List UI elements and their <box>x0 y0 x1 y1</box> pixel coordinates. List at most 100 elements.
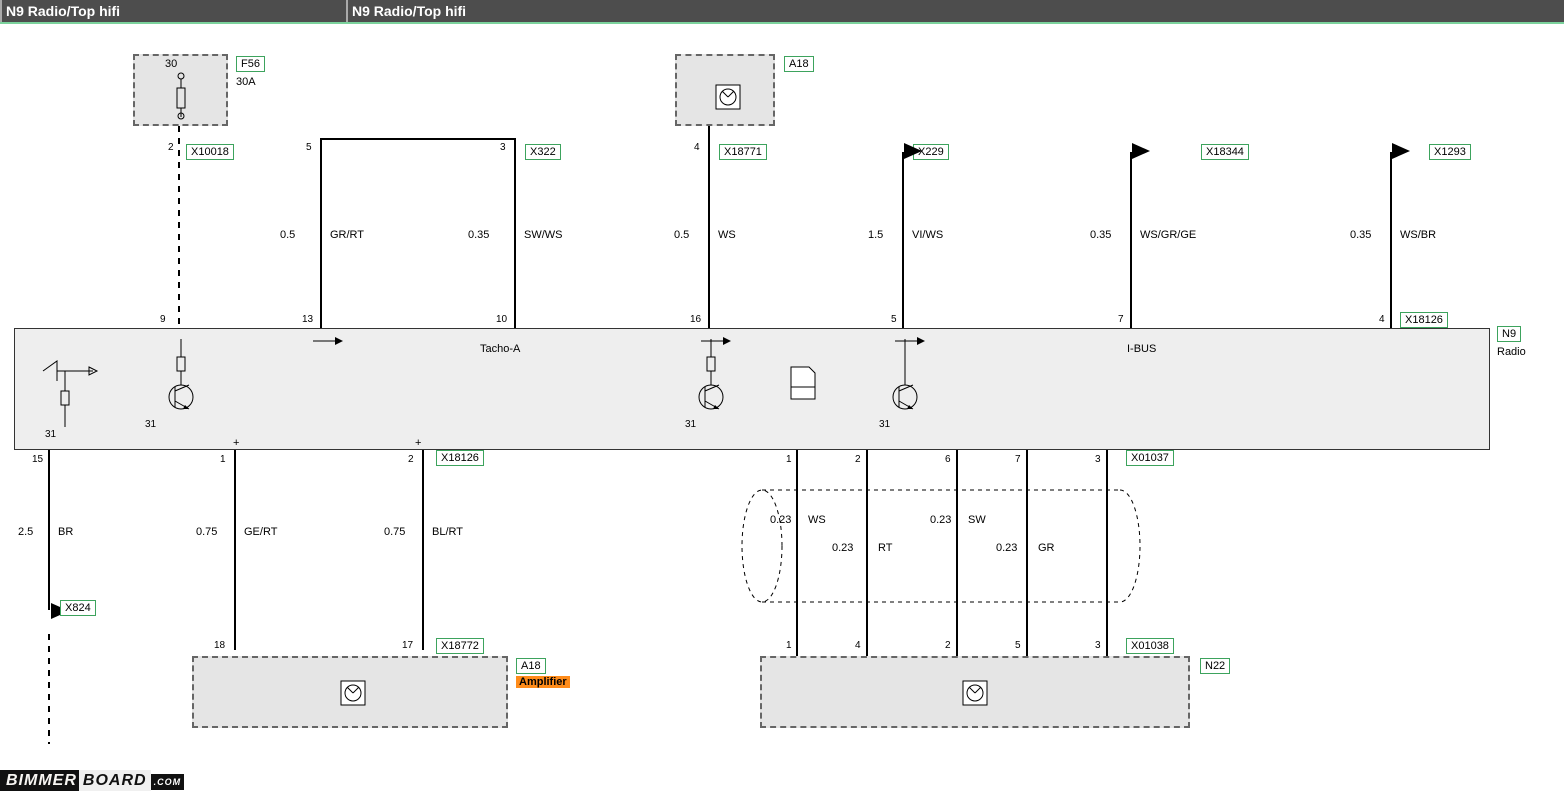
watermark: BIMMERBOARD.COM <box>0 772 184 790</box>
pin-10: 10 <box>496 314 507 325</box>
pin-4b: 4 <box>1379 314 1385 325</box>
fuse-terminal: 30 <box>165 58 177 70</box>
pin-5b: 5 <box>891 314 897 325</box>
antenna-icon <box>962 680 988 706</box>
pin1037-3: 3 <box>1095 454 1101 465</box>
wire-fuse-main <box>178 126 180 328</box>
pin-16: 16 <box>690 314 701 325</box>
wm-c: .COM <box>151 774 185 790</box>
radio-id: N9 <box>1497 326 1521 342</box>
pin1037-2: 2 <box>855 454 861 465</box>
shield-icon <box>740 478 1140 614</box>
w-swws-size: 0.35 <box>468 229 489 241</box>
w-ws-col: WS <box>718 229 736 241</box>
conn-x1293: X1293 <box>1429 144 1471 160</box>
w-ws-size: 0.5 <box>674 229 689 241</box>
pin-9: 9 <box>160 314 166 325</box>
w-blrt-col: BL/RT <box>432 526 463 538</box>
w-wsbr-size: 0.35 <box>1350 229 1371 241</box>
w-wsgrge-size: 0.35 <box>1090 229 1111 241</box>
conn-x322: X322 <box>525 144 561 160</box>
shield-sw-col: SW <box>968 514 986 526</box>
pin-4: 4 <box>694 142 700 153</box>
wm-b: BOARD <box>79 770 151 791</box>
w-wsbr-col: WS/BR <box>1400 229 1436 241</box>
wire-wsgrge <box>1130 152 1132 328</box>
w-blrt-size: 0.75 <box>384 526 405 538</box>
wire-ws <box>708 126 710 328</box>
wire-wsbr <box>1390 152 1392 328</box>
pin-31d: 31 <box>879 419 890 430</box>
w-gert-size: 0.75 <box>196 526 217 538</box>
fuse-id: F56 <box>236 56 265 72</box>
w-viws-size: 1.5 <box>868 229 883 241</box>
pin-31: 31 <box>45 429 56 440</box>
pin1037-7: 7 <box>1015 454 1021 465</box>
w-swws-col: SW/WS <box>524 229 563 241</box>
radio-module: Tacho-A I-BUS 31 31 <box>14 328 1490 450</box>
signal-arrow <box>313 335 343 347</box>
pin1038-5: 5 <box>1015 640 1021 651</box>
conn-x01037: X01037 <box>1126 450 1174 466</box>
pin-7: 7 <box>1118 314 1124 325</box>
wire-gert <box>234 450 236 650</box>
wire-br <box>48 450 50 610</box>
w-viws-col: VI/WS <box>912 229 943 241</box>
pin-15: 15 <box>32 454 43 465</box>
n22-id: N22 <box>1200 658 1230 674</box>
conn-x18344: X18344 <box>1201 144 1249 160</box>
conn-x10018: X10018 <box>186 144 234 160</box>
sd-icon <box>789 365 817 401</box>
pin-31a: 31 <box>145 419 156 430</box>
amplifier-name[interactable]: Amplifier <box>516 676 570 688</box>
w-gert-col: GE/RT <box>244 526 277 538</box>
antenna-id: A18 <box>784 56 814 72</box>
speaker-gnd-icon <box>35 357 105 437</box>
shield-sw-size: 0.23 <box>930 514 951 526</box>
pin-3: 3 <box>500 142 506 153</box>
w-wsgrge-col: WS/GR/GE <box>1140 229 1196 241</box>
shield-rt-size: 0.23 <box>832 542 853 554</box>
pin1038-2: 2 <box>945 640 951 651</box>
n22-module <box>760 656 1190 728</box>
wire-swws <box>514 138 516 328</box>
pin1037-1: 1 <box>786 454 792 465</box>
pin1037-6: 6 <box>945 454 951 465</box>
wire-x322-h <box>320 138 514 140</box>
w-grrt-size: 0.5 <box>280 229 295 241</box>
antenna-icon <box>715 84 741 110</box>
conn-x824: X824 <box>60 600 96 616</box>
title-bar: N9 Radio/Top hifi N9 Radio/Top hifi <box>0 0 1564 22</box>
fuse-icon <box>171 72 191 120</box>
w-br-col: BR <box>58 526 73 538</box>
shield-ws-size: 0.23 <box>770 514 791 526</box>
pin1038-1: 1 <box>786 640 792 651</box>
pin-2b: 2 <box>408 454 414 465</box>
radio-name: Radio <box>1497 346 1526 358</box>
signal-arrow <box>701 335 731 347</box>
pin-18: 18 <box>214 640 225 651</box>
pin-2: 2 <box>168 142 174 153</box>
bus-tacho: Tacho-A <box>480 343 520 355</box>
wm-a: BIMMER <box>0 770 79 791</box>
arrow-x18344 <box>1132 143 1150 159</box>
transistor-icon-3 <box>885 339 925 419</box>
pin1038-3: 3 <box>1095 640 1101 651</box>
title-left: N9 Radio/Top hifi <box>0 0 346 22</box>
wire-viws <box>902 152 904 328</box>
shield-rt-col: RT <box>878 542 892 554</box>
amplifier-id: A18 <box>516 658 546 674</box>
conn-x01038: X01038 <box>1126 638 1174 654</box>
wire-grrt <box>320 138 322 328</box>
wire-blrt <box>422 450 424 650</box>
arrow-x229 <box>904 143 922 159</box>
conn-x18772: X18772 <box>436 638 484 654</box>
shield-gr-col: GR <box>1038 542 1055 554</box>
pin-1: 1 <box>220 454 226 465</box>
title-right: N9 Radio/Top hifi <box>346 0 1564 22</box>
wire-br-dash <box>48 634 50 744</box>
conn-x18126b: X18126 <box>436 450 484 466</box>
shield-gr-size: 0.23 <box>996 542 1017 554</box>
pin-5: 5 <box>306 142 312 153</box>
fuse-box: 30 <box>133 54 228 126</box>
